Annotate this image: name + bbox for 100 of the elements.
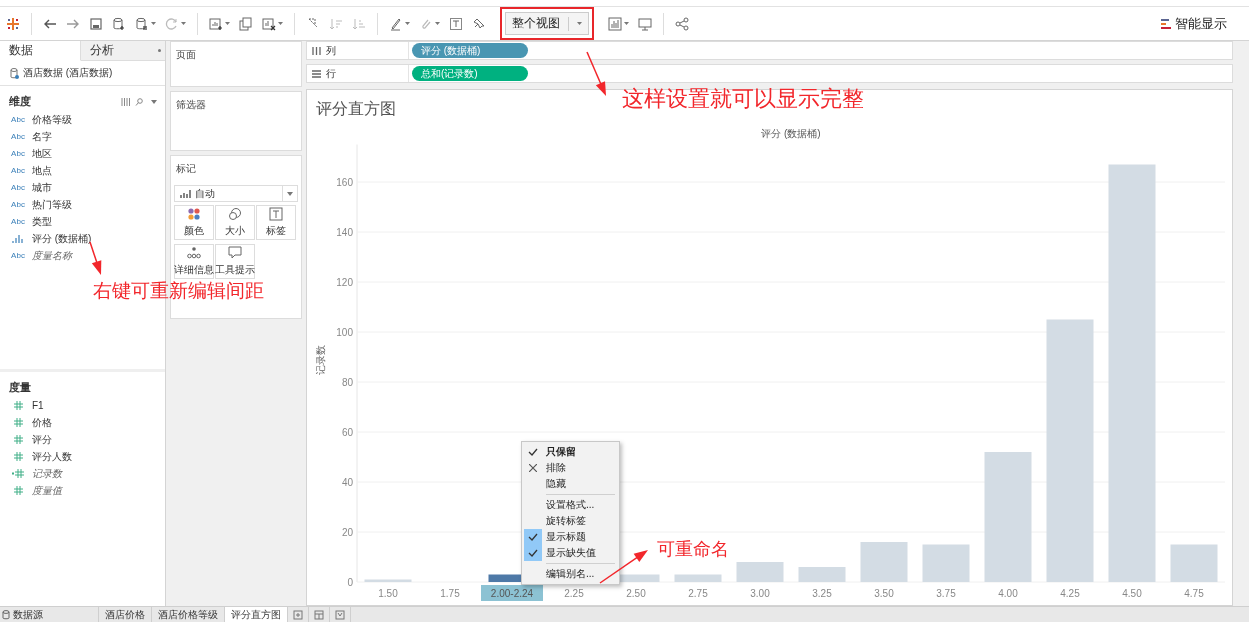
menu-item[interactable]: 设置格式... (522, 497, 619, 513)
field-item[interactable]: 热门等级 (32, 197, 72, 212)
chart-title: 评分 (数据桶) (761, 128, 821, 139)
axis-tick-label: 4.00 (998, 588, 1018, 599)
string-type-icon: Abc (11, 115, 25, 124)
dropdown-caret-icon[interactable] (624, 22, 629, 25)
presentation-icon[interactable] (638, 16, 652, 31)
menu-item[interactable]: 旋转标签 (522, 513, 619, 529)
datasource-icon (10, 67, 19, 79)
axis-tick-label: 2.75 (688, 588, 708, 599)
bar-mark-icon (180, 189, 191, 198)
field-item[interactable]: 价格等级 (32, 112, 72, 127)
number-type-icon (13, 418, 23, 427)
cards-icon[interactable] (608, 16, 622, 31)
refresh-icon[interactable] (165, 16, 179, 31)
search-icon (135, 97, 143, 106)
new-datasource-icon[interactable] (112, 16, 126, 31)
axis-tick-label: 140 (336, 227, 353, 238)
pane-tab[interactable]: 分析 (81, 41, 165, 61)
field-item[interactable]: 度量值 (32, 483, 62, 498)
new-worksheet-icon[interactable] (293, 609, 303, 620)
show-me-button[interactable]: 智能显示 (1161, 14, 1227, 33)
dropdown-caret-icon (577, 22, 582, 25)
dropdown-caret-icon[interactable] (405, 22, 410, 25)
marks-button[interactable]: 标签 (256, 205, 296, 240)
axis-title: 记录数 (315, 345, 326, 375)
string-type-icon: Abc (11, 149, 25, 158)
number-type-icon (12, 469, 24, 478)
axis-tick-label: 100 (336, 327, 353, 338)
field-item[interactable]: 价格 (32, 415, 52, 430)
label-icon (269, 207, 283, 221)
field-item[interactable]: 评分 (32, 432, 52, 447)
highlight-icon[interactable] (389, 16, 403, 31)
annotation-text: 右键可重新编辑间距 (93, 278, 264, 303)
marks-button[interactable]: 颜色 (174, 205, 214, 240)
dropdown-caret-icon[interactable] (181, 22, 186, 25)
save-icon[interactable] (89, 16, 103, 31)
marks-button[interactable]: 详细信息 (174, 244, 214, 279)
dropdown-caret-icon[interactable] (151, 22, 156, 25)
field-item[interactable]: 地点 (32, 163, 52, 178)
section-heading: 度量 (9, 380, 32, 395)
datasource-icon (2, 609, 10, 620)
field-item[interactable]: 城市 (32, 180, 52, 195)
axis-tick-label: 3.00 (750, 588, 770, 599)
annotation-text: 可重命名 (657, 537, 729, 561)
annotation-text: 这样设置就可以显示完整 (622, 85, 864, 113)
card-title: 页面 (175, 48, 197, 62)
marks-button[interactable]: 工具提示 (215, 244, 255, 279)
axis-tick-label: 120 (336, 277, 353, 288)
sheet-tab[interactable]: 酒店价格 (99, 607, 152, 622)
dropdown-caret-icon[interactable] (225, 22, 230, 25)
string-type-icon: Abc (11, 200, 25, 209)
selected-label-highlight (481, 585, 543, 601)
field-item[interactable]: 评分 (数据桶) (32, 231, 92, 246)
field-item[interactable]: F1 (32, 400, 44, 411)
field-item[interactable]: 类型 (32, 214, 52, 229)
mark-type-dropdown[interactable]: 自动 (174, 185, 298, 202)
bin-type-icon (12, 234, 24, 243)
number-type-icon (13, 486, 23, 495)
pause-updates-icon[interactable] (135, 16, 149, 31)
pin-icon[interactable] (472, 16, 486, 31)
axis-tick-label: 3.25 (812, 588, 832, 599)
field-item[interactable]: 地区 (32, 146, 52, 161)
marks-button[interactable]: 大小 (215, 205, 255, 240)
string-type-icon: Abc (11, 183, 25, 192)
dropdown-caret-icon (287, 191, 293, 196)
share-icon[interactable] (675, 16, 689, 31)
dropdown-caret-icon[interactable] (278, 22, 283, 25)
sheet-tab[interactable]: 数据源 (0, 607, 99, 622)
color-icon (187, 207, 201, 221)
card-title: 标记 (175, 162, 197, 176)
sheet-tab[interactable]: 评分直方图 (225, 607, 288, 622)
datasource-name[interactable]: 酒店数据 (酒店数据) (23, 66, 113, 80)
menu-item[interactable]: 显示缺失值 (522, 545, 619, 561)
axis-tick-label: 3.75 (936, 588, 956, 599)
axis-tick-label: 4.50 (1122, 588, 1142, 599)
menu-item[interactable]: 编辑别名... (522, 566, 619, 582)
field-item[interactable]: 度量名称 (32, 248, 72, 263)
string-type-icon: Abc (11, 251, 25, 260)
string-type-icon: Abc (11, 217, 25, 226)
tableau-logo-icon[interactable] (6, 16, 20, 31)
new-worksheet-icon[interactable] (209, 16, 223, 31)
new-story-icon[interactable] (335, 609, 345, 620)
text-label-icon[interactable] (449, 16, 463, 31)
field-item[interactable]: 评分人数 (32, 449, 72, 464)
dropdown-caret-icon[interactable] (435, 22, 440, 25)
number-type-icon (13, 435, 23, 444)
field-item[interactable]: 名字 (32, 129, 52, 144)
sheet-title: 评分直方图 (316, 99, 396, 120)
close-icon (529, 464, 537, 472)
menu-item[interactable]: 显示标题 (522, 529, 619, 545)
menu-item[interactable]: 隐藏 (522, 476, 619, 492)
menu-item[interactable]: 只保留 (522, 444, 619, 460)
menu-item[interactable]: 排除 (522, 460, 619, 476)
field-item[interactable]: 记录数 (32, 466, 62, 481)
duplicate-icon[interactable] (239, 16, 253, 31)
new-dashboard-icon[interactable] (314, 609, 324, 620)
clear-sheet-icon[interactable] (262, 16, 276, 31)
card-title: 筛选器 (175, 98, 207, 112)
dropdown-caret-icon[interactable] (151, 99, 157, 104)
